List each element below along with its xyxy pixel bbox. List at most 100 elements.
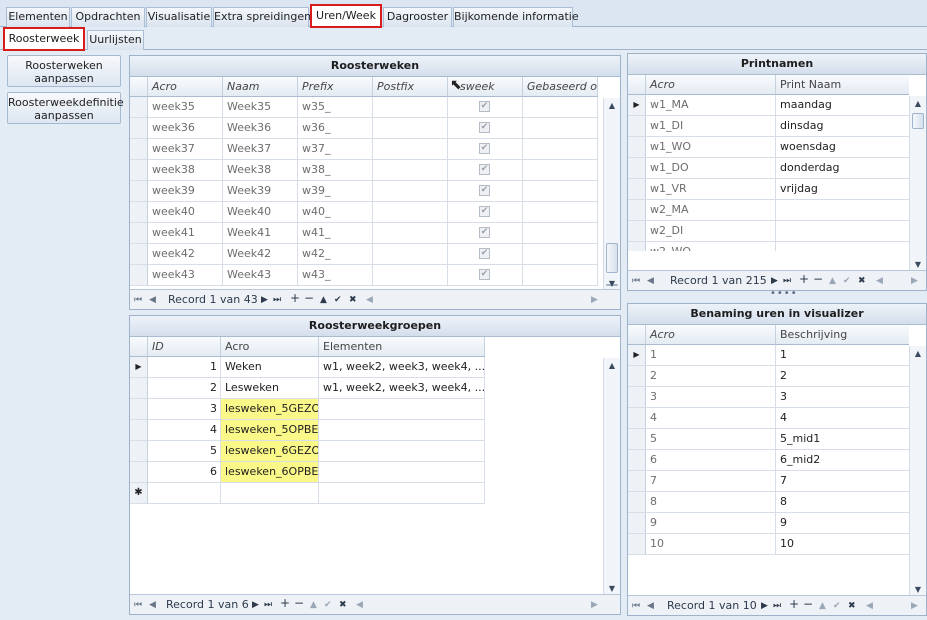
row-indicator[interactable]: ▶ bbox=[628, 345, 646, 366]
first-record-icon[interactable]: ⏮ bbox=[134, 598, 142, 612]
lesweek-checkbox[interactable]: ✔ bbox=[479, 269, 490, 280]
next-record-icon[interactable]: ▶ bbox=[761, 599, 768, 613]
first-record-icon[interactable]: ⏮ bbox=[632, 599, 640, 613]
row-indicator[interactable] bbox=[130, 244, 148, 265]
benaming-vscroll[interactable]: ▲ ▼ bbox=[909, 346, 926, 597]
row-indicator[interactable] bbox=[628, 408, 646, 429]
cell-id[interactable]: 3 bbox=[148, 399, 221, 420]
column-header[interactable]: ID bbox=[148, 337, 221, 357]
cell-acro[interactable]: Lesweken bbox=[221, 378, 319, 399]
last-record-icon[interactable]: ⏭ bbox=[264, 598, 272, 612]
groepen-vscroll[interactable]: ▲ ▼ bbox=[603, 358, 620, 596]
cell-gebaseerd-op[interactable] bbox=[523, 244, 598, 265]
delete-record-icon[interactable]: − bbox=[294, 596, 304, 610]
new-row-icon[interactable]: ✱ bbox=[130, 483, 148, 504]
cell-acro[interactable]: week36 bbox=[148, 118, 223, 139]
cell-gebaseerd-op[interactable] bbox=[523, 181, 598, 202]
cell-beschrijving[interactable]: 7 bbox=[776, 471, 909, 492]
row-indicator[interactable] bbox=[130, 378, 148, 399]
scroll-up-icon[interactable]: ▲ bbox=[913, 99, 923, 109]
printnamen-vscroll[interactable]: ▲ ▼ bbox=[909, 96, 926, 272]
cell-lesweek[interactable]: ✔ bbox=[448, 160, 523, 181]
cell-id[interactable]: 2 bbox=[148, 378, 221, 399]
add-record-icon[interactable]: + bbox=[799, 272, 809, 286]
column-header[interactable]: Postfix bbox=[373, 77, 448, 97]
cell-print-naam[interactable]: dinsdag bbox=[776, 116, 909, 137]
cell-beschrijving[interactable]: 6_mid2 bbox=[776, 450, 909, 471]
last-record-icon[interactable]: ⏭ bbox=[773, 599, 781, 613]
row-indicator[interactable] bbox=[628, 158, 646, 179]
cell-gebaseerd-op[interactable] bbox=[523, 97, 598, 118]
hscroll-right-icon[interactable]: ▶ bbox=[591, 598, 598, 612]
cell-naam[interactable]: Week43 bbox=[223, 265, 298, 286]
cell-acro[interactable]: week38 bbox=[148, 160, 223, 181]
cell-elementen[interactable]: w1, week2, week3, week4, ... bbox=[319, 378, 485, 399]
cancel-record-icon[interactable]: ✖ bbox=[349, 293, 357, 307]
cell-beschrijving[interactable]: 1 bbox=[776, 345, 909, 366]
tab-elementen[interactable]: Elementen bbox=[6, 7, 70, 27]
cell-beschrijving[interactable]: 4 bbox=[776, 408, 909, 429]
tab-bijkomende-informatie[interactable]: Bijkomende informatie bbox=[453, 7, 579, 27]
cell-elementen[interactable] bbox=[319, 399, 485, 420]
cell-print-naam[interactable] bbox=[776, 221, 909, 242]
cell-acro[interactable]: week40 bbox=[148, 202, 223, 223]
cell-acro[interactable]: w1_WO bbox=[646, 137, 776, 158]
cell-elementen[interactable]: w1, week2, week3, week4, ... bbox=[319, 357, 485, 378]
cell-gebaseerd-op[interactable] bbox=[523, 223, 598, 244]
row-indicator[interactable] bbox=[628, 429, 646, 450]
cell-acro[interactable]: week41 bbox=[148, 223, 223, 244]
prev-record-icon[interactable]: ◀ bbox=[647, 599, 654, 613]
cell-acro[interactable]: week39 bbox=[148, 181, 223, 202]
column-header[interactable]: Print Naam bbox=[776, 75, 909, 95]
row-indicator[interactable] bbox=[130, 202, 148, 223]
lesweek-checkbox[interactable]: ✔ bbox=[479, 164, 490, 175]
row-indicator[interactable] bbox=[130, 441, 148, 462]
cell-acro[interactable]: w1_MA bbox=[646, 95, 776, 116]
cell-id[interactable]: 1 bbox=[148, 357, 221, 378]
cell-prefix[interactable]: w38_ bbox=[298, 160, 373, 181]
cell-beschrijving[interactable]: 5_mid1 bbox=[776, 429, 909, 450]
cell-acro[interactable]: 8 bbox=[646, 492, 776, 513]
edit-record-icon[interactable]: ▲ bbox=[829, 274, 836, 288]
cell-prefix[interactable]: w36_ bbox=[298, 118, 373, 139]
cell-elementen[interactable] bbox=[319, 462, 485, 483]
cell-beschrijving[interactable]: 2 bbox=[776, 366, 909, 387]
prev-record-icon[interactable]: ◀ bbox=[149, 293, 156, 307]
cell-postfix[interactable] bbox=[373, 223, 448, 244]
hscroll-left-icon[interactable]: ◀ bbox=[356, 598, 363, 612]
row-indicator[interactable] bbox=[628, 221, 646, 242]
scroll-up-icon[interactable]: ▲ bbox=[913, 349, 923, 359]
save-record-icon[interactable]: ✔ bbox=[334, 293, 342, 307]
next-record-icon[interactable]: ▶ bbox=[252, 598, 259, 612]
cell-postfix[interactable] bbox=[373, 160, 448, 181]
prev-record-icon[interactable]: ◀ bbox=[647, 274, 654, 288]
cell-beschrijving[interactable]: 8 bbox=[776, 492, 909, 513]
cell-gebaseerd-op[interactable] bbox=[523, 118, 598, 139]
cell-naam[interactable]: Week39 bbox=[223, 181, 298, 202]
cell-acro[interactable]: lesweken_6OPBE bbox=[221, 462, 319, 483]
cell-id[interactable]: 5 bbox=[148, 441, 221, 462]
tab-uurlijsten[interactable]: Uurlijsten bbox=[87, 30, 144, 50]
cell-postfix[interactable] bbox=[373, 97, 448, 118]
cell-prefix[interactable]: w37_ bbox=[298, 139, 373, 160]
hscroll-left-icon[interactable]: ◀ bbox=[876, 274, 883, 288]
roosterweken-aanpassen-button[interactable]: Roosterweken aanpassen bbox=[7, 55, 121, 87]
row-indicator[interactable] bbox=[628, 492, 646, 513]
cell-print-naam[interactable] bbox=[776, 242, 909, 251]
cell-print-naam[interactable]: donderdag bbox=[776, 158, 909, 179]
cell-acro[interactable]: 10 bbox=[646, 534, 776, 555]
row-indicator[interactable]: ▶ bbox=[628, 95, 646, 116]
cell-acro[interactable]: w2_MA bbox=[646, 200, 776, 221]
column-header[interactable]: Acro bbox=[148, 77, 223, 97]
delete-record-icon[interactable]: − bbox=[813, 272, 823, 286]
next-record-icon[interactable]: ▶ bbox=[261, 293, 268, 307]
row-indicator[interactable] bbox=[628, 513, 646, 534]
cancel-record-icon[interactable]: ✖ bbox=[858, 274, 866, 288]
scroll-down-icon[interactable]: ▼ bbox=[913, 260, 923, 270]
cell-gebaseerd-op[interactable] bbox=[523, 265, 598, 286]
add-record-icon[interactable]: + bbox=[789, 597, 799, 611]
splitter-grip-icon[interactable]: •••• bbox=[770, 288, 798, 299]
cell-lesweek[interactable]: ✔ bbox=[448, 265, 523, 286]
cell-beschrijving[interactable]: 10 bbox=[776, 534, 909, 555]
cell-naam[interactable]: Week36 bbox=[223, 118, 298, 139]
